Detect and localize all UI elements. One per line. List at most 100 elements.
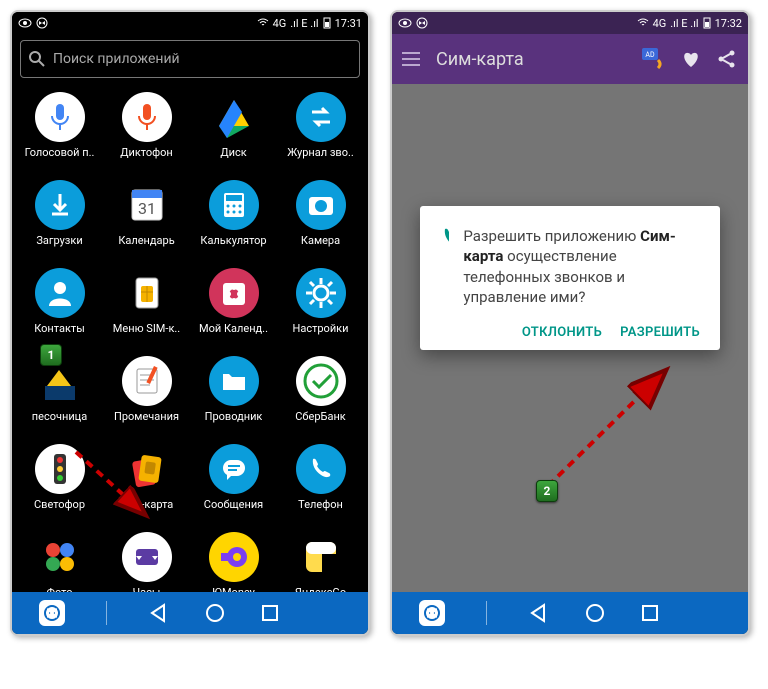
app-label: Диктофон — [120, 146, 173, 159]
micorange-icon — [122, 92, 172, 142]
clock-icon — [122, 532, 172, 582]
nav-recent-icon[interactable] — [260, 603, 280, 623]
flowercal-icon — [209, 268, 259, 318]
wifi-icon — [257, 18, 269, 28]
app-label: Калькулятор — [200, 234, 266, 247]
app-label: Журнал зво.. — [287, 146, 354, 159]
wifi-icon — [637, 18, 649, 28]
heart-icon[interactable] — [680, 48, 702, 70]
status-bar: 4G .ıl E .ıl 17:32 — [392, 12, 748, 34]
app-label: Фото — [47, 586, 73, 592]
svg-text:AD: AD — [645, 51, 655, 59]
permission-dialog: Разрешить приложению Сим-карта осуществл… — [420, 206, 720, 350]
app-swap[interactable]: Журнал зво.. — [277, 88, 364, 176]
app-sim[interactable]: Меню SIM-к.. — [103, 264, 190, 352]
share-icon[interactable] — [716, 48, 738, 70]
app-label: Календарь — [118, 234, 174, 247]
app-yago[interactable]: ЯндексGo — [277, 528, 364, 592]
search-icon — [29, 51, 45, 67]
app-traffic[interactable]: Светофор — [16, 440, 103, 528]
app-yoomoney[interactable]: ЮMoney — [190, 528, 277, 592]
battery-icon — [703, 17, 711, 29]
nav-back-icon[interactable] — [148, 602, 170, 624]
battery-icon — [323, 17, 331, 29]
gear-icon — [296, 268, 346, 318]
calc-icon — [209, 180, 259, 230]
clock-label: 17:32 — [715, 17, 742, 30]
app-clock[interactable]: Часы — [103, 528, 190, 592]
yoomoney-icon — [209, 532, 259, 582]
app-label: СберБанк — [295, 410, 345, 423]
yago-icon — [296, 532, 346, 582]
app-cal[interactable]: 31Календарь — [103, 176, 190, 264]
simcards-icon — [122, 444, 172, 494]
clock-label: 17:31 — [335, 17, 362, 30]
camera-icon — [296, 180, 346, 230]
menu-icon[interactable] — [402, 51, 422, 67]
app-label: Камера — [301, 234, 340, 247]
app-bar: Сим-карта AD — [392, 34, 748, 84]
app-label: Контакты — [34, 322, 85, 335]
app-camera[interactable]: Камера — [277, 176, 364, 264]
app-msg[interactable]: Сообщения — [190, 440, 277, 528]
app-phone[interactable]: Телефон — [277, 440, 364, 528]
appbar-title: Сим-карта — [436, 49, 524, 70]
app-download[interactable]: Загрузки — [16, 176, 103, 264]
drive-icon — [209, 92, 259, 142]
signal-label: .ıl E .ıl — [290, 17, 318, 30]
app-flowercal[interactable]: Мой Календ.. — [190, 264, 277, 352]
app-photos[interactable]: Фото — [16, 528, 103, 592]
traffic-icon — [35, 444, 85, 494]
app-note[interactable]: Промечания — [103, 352, 190, 440]
micblue-icon — [35, 92, 85, 142]
folder-icon — [209, 356, 259, 406]
teamviewer-badge[interactable] — [39, 600, 65, 626]
sim-icon — [122, 268, 172, 318]
app-label: Телефон — [298, 498, 343, 511]
teamviewer-status-icon — [36, 17, 48, 29]
swap-icon — [296, 92, 346, 142]
app-gear[interactable]: Настройки — [277, 264, 364, 352]
nav-recent-icon[interactable] — [640, 603, 660, 623]
app-sber[interactable]: СберБанк — [277, 352, 364, 440]
eye-icon — [18, 18, 32, 28]
app-label: ЮMoney — [212, 586, 255, 592]
search-input[interactable]: Поиск приложений — [20, 40, 360, 78]
deny-button[interactable]: ОТКЛОНИТЬ — [522, 325, 602, 340]
sber-icon — [296, 356, 346, 406]
annotation-2: 2 — [536, 480, 558, 502]
network-label: 4G — [273, 17, 287, 30]
msg-icon — [209, 444, 259, 494]
arrow-annotation-2 — [540, 364, 680, 494]
app-label: Диск — [220, 146, 246, 159]
nav-bar — [12, 592, 368, 634]
app-label: Меню SIM-к.. — [113, 322, 180, 335]
app-grid[interactable]: Голосовой п.. Диктофон Диск Журнал зво.. Заг… — [12, 84, 368, 592]
nav-bar — [392, 592, 748, 634]
contact-icon — [35, 268, 85, 318]
app-calc[interactable]: Калькулятор — [190, 176, 277, 264]
app-simcards[interactable]: Сим-карта — [103, 440, 190, 528]
app-label: Проводник — [205, 410, 263, 423]
app-label: Сим-карта — [120, 498, 174, 511]
eye-icon — [398, 18, 412, 28]
app-contact[interactable]: Контакты — [16, 264, 103, 352]
download-icon — [35, 180, 85, 230]
ad-icon[interactable]: AD — [640, 46, 666, 72]
status-bar: 4G .ıl E .ıl 17:31 — [12, 12, 368, 34]
allow-button[interactable]: РАЗРЕШИТЬ — [620, 325, 700, 340]
app-folder[interactable]: Проводник — [190, 352, 277, 440]
app-label: Часы — [133, 586, 161, 592]
app-label: Сообщения — [204, 498, 263, 511]
app-label: Голосовой п.. — [25, 146, 95, 159]
app-drive[interactable]: Диск — [190, 88, 277, 176]
app-micblue[interactable]: Голосовой п.. — [16, 88, 103, 176]
nav-home-icon[interactable] — [584, 602, 606, 624]
app-label: ЯндексGo — [295, 586, 346, 592]
nav-home-icon[interactable] — [204, 602, 226, 624]
app-micorange[interactable]: Диктофон — [103, 88, 190, 176]
teamviewer-badge[interactable] — [419, 600, 445, 626]
nav-back-icon[interactable] — [528, 602, 550, 624]
app-label: Загрузки — [36, 234, 82, 247]
app-label: Настройки — [293, 322, 349, 335]
